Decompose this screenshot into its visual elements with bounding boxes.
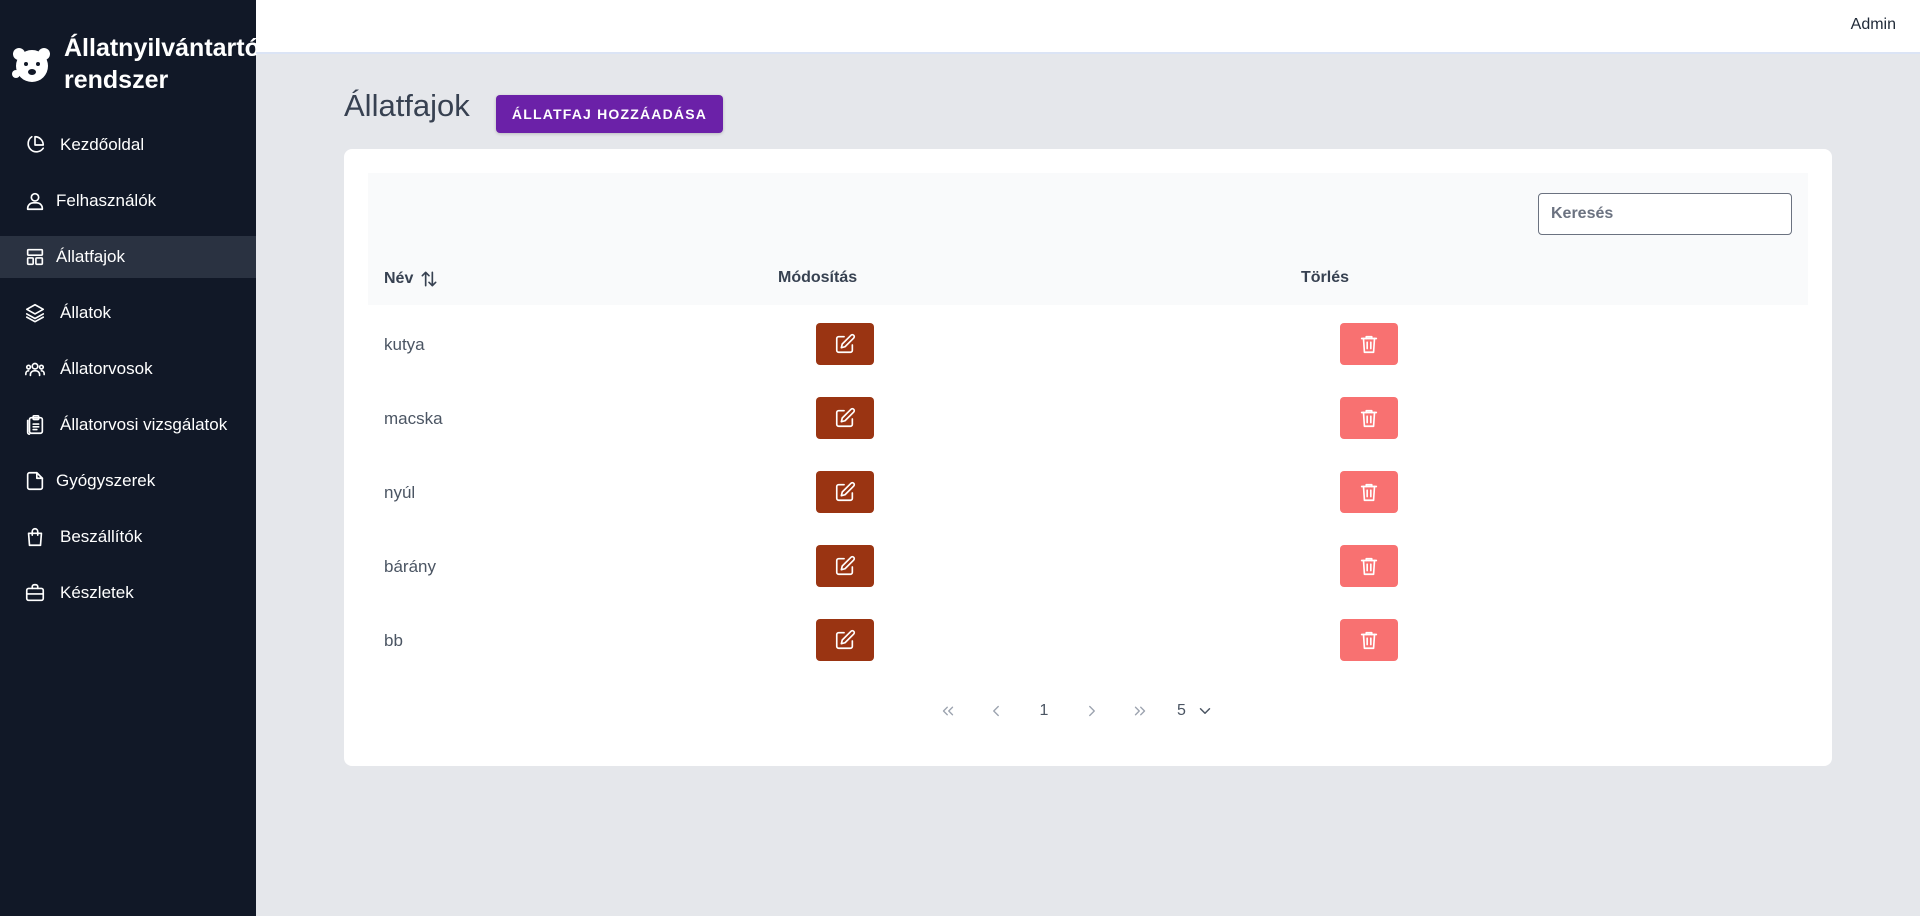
layout-icon	[26, 248, 44, 266]
pie-chart-icon	[27, 135, 45, 153]
sort-icon[interactable]	[419, 269, 439, 289]
trash-icon	[1360, 631, 1378, 650]
briefcase-icon	[25, 583, 45, 602]
brand[interactable]: Állatnyilvántartó rendszer	[0, 0, 260, 124]
species-name: bárány	[384, 557, 436, 576]
bear-logo-icon	[12, 48, 50, 82]
previous-page-button[interactable]	[981, 696, 1011, 726]
page-number[interactable]: 1	[1029, 696, 1059, 726]
sidebar-item-allatorvosok[interactable]: Állatorvosok	[0, 348, 256, 390]
delete-button[interactable]	[1340, 471, 1398, 513]
users-icon	[25, 362, 45, 377]
table-row: bb	[368, 603, 1808, 677]
app-title: Állatnyilvántartó rendszer	[64, 30, 260, 96]
table-row: kutya	[368, 307, 1808, 381]
column-header-label: Név	[384, 270, 414, 287]
trash-icon	[1360, 409, 1378, 428]
edit-button[interactable]	[816, 323, 874, 365]
delete-button[interactable]	[1340, 545, 1398, 587]
column-header-edit: Módosítás	[778, 269, 857, 287]
species-name: kutya	[384, 335, 425, 354]
edit-button[interactable]	[816, 545, 874, 587]
edit-button[interactable]	[816, 619, 874, 661]
sidebar-item-gyogyszerek[interactable]: Gyógyszerek	[0, 460, 256, 502]
pagination: 1 5	[344, 696, 1832, 726]
page-size-value: 5	[1177, 702, 1186, 719]
sidebar-item-label: Készletek	[60, 583, 134, 602]
sidebar-item-label: Állatfajok	[56, 247, 125, 266]
species-name: bb	[384, 631, 403, 650]
chevrons-left-icon	[942, 706, 954, 716]
next-page-button[interactable]	[1077, 696, 1107, 726]
table-row: bárány	[368, 529, 1808, 603]
sidebar-item-label: Állatok	[60, 303, 112, 322]
chevron-down-icon	[1199, 708, 1211, 714]
sidebar-item-label: Felhasználók	[56, 191, 157, 210]
species-name: macska	[384, 409, 443, 428]
app-title-line2: rendszer	[64, 66, 169, 94]
topbar: Admin	[256, 0, 1920, 54]
sidebar-item-beszallitok[interactable]: Beszállítók	[0, 516, 256, 558]
user-menu[interactable]: Admin	[1851, 16, 1896, 34]
species-name: nyúl	[384, 483, 416, 502]
sidebar-item-label: Gyógyszerek	[56, 471, 156, 490]
column-header-delete: Törlés	[1301, 269, 1349, 287]
delete-button[interactable]	[1340, 619, 1398, 661]
edit-button[interactable]	[816, 397, 874, 439]
page-title: Állatfajok	[344, 88, 470, 123]
last-page-button[interactable]	[1125, 696, 1155, 726]
column-header-label: Módosítás	[778, 269, 858, 286]
table-header: Név Módosítás Törlés	[368, 173, 1808, 305]
add-species-button[interactable]: ÁLLATFAJ HOZZÁADÁSA	[496, 95, 723, 133]
edit-icon	[835, 629, 856, 650]
sidebar-item-allatok[interactable]: Állatok	[0, 292, 256, 334]
edit-icon	[835, 481, 856, 502]
page-size-select[interactable]: 5	[1177, 696, 1214, 726]
edit-button[interactable]	[816, 471, 874, 513]
table-row: nyúl	[368, 455, 1808, 529]
species-table-card: Név Módosítás Törlés kutya macska nyúl	[344, 149, 1832, 766]
sidebar-item-label: Állatorvosok	[60, 359, 153, 378]
user-icon	[26, 192, 44, 211]
column-header-label: Törlés	[1301, 269, 1350, 286]
sidebar-item-label: Beszállítók	[60, 527, 143, 546]
file-icon	[26, 471, 44, 491]
chevrons-right-icon	[1134, 706, 1146, 716]
trash-icon	[1360, 483, 1378, 502]
sidebar-item-kezdooldal[interactable]: Kezdőoldal	[0, 124, 256, 166]
edit-icon	[835, 333, 856, 354]
delete-button[interactable]	[1340, 397, 1398, 439]
trash-icon	[1360, 557, 1378, 576]
chevron-left-icon	[993, 705, 999, 717]
sidebar-item-label: Állatorvosi vizsgálatok	[60, 415, 228, 434]
app-title-line1: Állatnyilvántartó	[64, 34, 260, 62]
sidebar-nav: Kezdőoldal Felhasználók Állatfajok Állat…	[0, 124, 256, 614]
layers-icon	[25, 303, 45, 323]
sidebar-item-label: Kezdőoldal	[60, 135, 145, 154]
sidebar-item-keszletek[interactable]: Készletek	[0, 572, 256, 614]
sidebar: Állatnyilvántartó rendszer Kezdőoldal Fe…	[0, 0, 260, 916]
chevron-right-icon	[1089, 705, 1095, 717]
table-row: macska	[368, 381, 1808, 455]
first-page-button[interactable]	[933, 696, 963, 726]
edit-icon	[835, 407, 856, 428]
delete-button[interactable]	[1340, 323, 1398, 365]
column-header-name[interactable]: Név	[384, 269, 439, 289]
edit-icon	[835, 555, 856, 576]
clipboard-icon	[26, 415, 44, 435]
shopping-bag-icon	[27, 527, 43, 547]
sidebar-item-allatorvosi-vizsgalatok[interactable]: Állatorvosi vizsgálatok	[0, 404, 256, 446]
sidebar-item-allatfajok[interactable]: Állatfajok	[0, 236, 256, 278]
search-input[interactable]	[1538, 193, 1792, 235]
trash-icon	[1360, 335, 1378, 354]
sidebar-item-felhasznalok[interactable]: Felhasználók	[0, 180, 256, 222]
